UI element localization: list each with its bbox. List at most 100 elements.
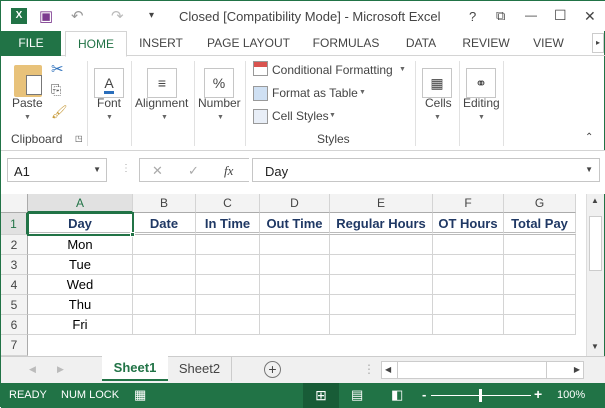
vertical-scroll-thumb[interactable] [589, 216, 602, 271]
cancel-icon[interactable]: ✕ [152, 163, 163, 179]
tab-review[interactable]: REVIEW [456, 31, 516, 56]
enter-icon[interactable]: ✓ [188, 163, 199, 179]
cell-F4[interactable] [433, 275, 504, 295]
tab-view[interactable]: VIEW [526, 31, 571, 56]
macro-recording-icon[interactable]: ▦ [134, 387, 146, 403]
column-header-A[interactable]: A [28, 194, 133, 213]
cell-E3[interactable] [330, 255, 433, 275]
tab-data[interactable]: DATA [396, 31, 446, 56]
font-button[interactable]: Font [97, 96, 121, 110]
scroll-up-icon[interactable]: ▲ [591, 196, 599, 205]
cell-E4[interactable] [330, 275, 433, 295]
alignment-button[interactable]: Alignment [135, 96, 188, 110]
horizontal-scrollbar[interactable]: ◀ ▶ [381, 361, 584, 379]
help-button[interactable]: ? [469, 9, 476, 24]
column-header-G[interactable]: G [504, 194, 576, 213]
cell-B2[interactable] [133, 235, 196, 255]
zoom-out-button[interactable]: - [422, 387, 426, 402]
undo-icon[interactable]: ↶ [71, 7, 84, 25]
dialog-launcher-icon[interactable]: ◳ [75, 134, 83, 143]
row-header-5[interactable]: 5 [1, 295, 28, 315]
cell-A3[interactable]: Tue [28, 255, 133, 275]
cell-G4[interactable] [504, 275, 576, 295]
cells-button[interactable]: Cells [425, 96, 452, 110]
paste-button[interactable]: Paste [12, 96, 43, 110]
sheet-tab-sheet2[interactable]: Sheet2 [168, 357, 232, 381]
cell-C5[interactable] [196, 295, 260, 315]
row-header-6[interactable]: 6 [1, 315, 28, 335]
cell-D2[interactable] [260, 235, 330, 255]
cell-B1[interactable]: Date [133, 213, 196, 235]
row-header-7[interactable]: 7 [1, 335, 28, 356]
insert-function-icon[interactable]: fx [224, 163, 233, 179]
cell-B5[interactable] [133, 295, 196, 315]
normal-view-icon[interactable]: ⊞ [303, 383, 339, 408]
close-button[interactable]: ✕ [584, 8, 596, 25]
paste-icon[interactable] [14, 65, 42, 97]
cell-G6[interactable] [504, 315, 576, 335]
sheet-tab-sheet1[interactable]: Sheet1 [102, 356, 168, 381]
format-as-table-button[interactable]: Format as Table [272, 86, 358, 100]
row-header-4[interactable]: 4 [1, 275, 28, 295]
column-header-B[interactable]: B [133, 194, 196, 213]
cell-G2[interactable] [504, 235, 576, 255]
collapse-ribbon-icon[interactable]: ⌃ [585, 132, 593, 143]
new-sheet-icon[interactable]: + [264, 361, 281, 378]
tab-file[interactable]: FILE [1, 31, 61, 56]
cell-A2[interactable]: Mon [28, 235, 133, 255]
cell-A6[interactable]: Fri [28, 315, 133, 335]
cell-F5[interactable] [433, 295, 504, 315]
cut-icon[interactable]: ✂ [51, 60, 64, 78]
save-icon[interactable]: ▣ [39, 7, 53, 25]
prev-sheet-icon[interactable]: ◀ [29, 364, 36, 375]
tab-insert[interactable]: INSERT [131, 31, 191, 56]
cell-C3[interactable] [196, 255, 260, 275]
cell-D6[interactable] [260, 315, 330, 335]
chevron-down-icon[interactable]: ▼ [93, 165, 101, 174]
cell-D5[interactable] [260, 295, 330, 315]
cell-styles-button[interactable]: Cell Styles [272, 109, 329, 123]
column-header-E[interactable]: E [330, 194, 433, 213]
vertical-scrollbar[interactable]: ▲ ▼ [586, 194, 604, 356]
cell-D1[interactable]: Out Time [260, 213, 330, 235]
cells-icon[interactable]: ▦ [422, 68, 452, 98]
cell-D4[interactable] [260, 275, 330, 295]
tab-page-layout[interactable]: PAGE LAYOUT [201, 31, 296, 56]
next-sheet-icon[interactable]: ▶ [57, 364, 64, 375]
formula-input[interactable]: Day ▼ [252, 158, 600, 182]
cell-F3[interactable] [433, 255, 504, 275]
zoom-slider-thumb[interactable] [479, 389, 482, 402]
format-painter-icon[interactable]: 🖌 [51, 104, 68, 120]
cell-D3[interactable] [260, 255, 330, 275]
column-header-F[interactable]: F [433, 194, 504, 213]
cell-C6[interactable] [196, 315, 260, 335]
scroll-down-icon[interactable]: ▼ [591, 342, 599, 351]
conditional-formatting-button[interactable]: Conditional Formatting [272, 63, 393, 77]
cell-C2[interactable] [196, 235, 260, 255]
cell-B3[interactable] [133, 255, 196, 275]
zoom-level[interactable]: 100% [557, 389, 585, 401]
column-header-D[interactable]: D [260, 194, 330, 213]
cell-A4[interactable]: Wed [28, 275, 133, 295]
splitter-handle[interactable]: ⋮ [121, 163, 131, 174]
cell-E2[interactable] [330, 235, 433, 255]
cell-G3[interactable] [504, 255, 576, 275]
maximize-button[interactable]: ☐ [554, 7, 567, 24]
cell-E5[interactable] [330, 295, 433, 315]
row-header-2[interactable]: 2 [1, 235, 28, 255]
number-button[interactable]: Number [198, 96, 241, 110]
scroll-left-icon[interactable]: ◀ [385, 365, 391, 374]
cell-B6[interactable] [133, 315, 196, 335]
cell-A5[interactable]: Thu [28, 295, 133, 315]
redo-icon[interactable]: ↷ [111, 7, 124, 25]
tab-home[interactable]: HOME [65, 31, 127, 57]
scroll-right-icon[interactable]: ▶ [574, 365, 580, 374]
minimize-button[interactable]: — [525, 8, 537, 22]
cell-C4[interactable] [196, 275, 260, 295]
cell-G5[interactable] [504, 295, 576, 315]
number-icon[interactable]: % [204, 68, 234, 98]
row-header-3[interactable]: 3 [1, 255, 28, 275]
cell-F1[interactable]: OT Hours [433, 213, 504, 235]
alignment-icon[interactable]: ≡ [147, 68, 177, 98]
page-break-preview-icon[interactable]: ◧ [391, 387, 403, 403]
